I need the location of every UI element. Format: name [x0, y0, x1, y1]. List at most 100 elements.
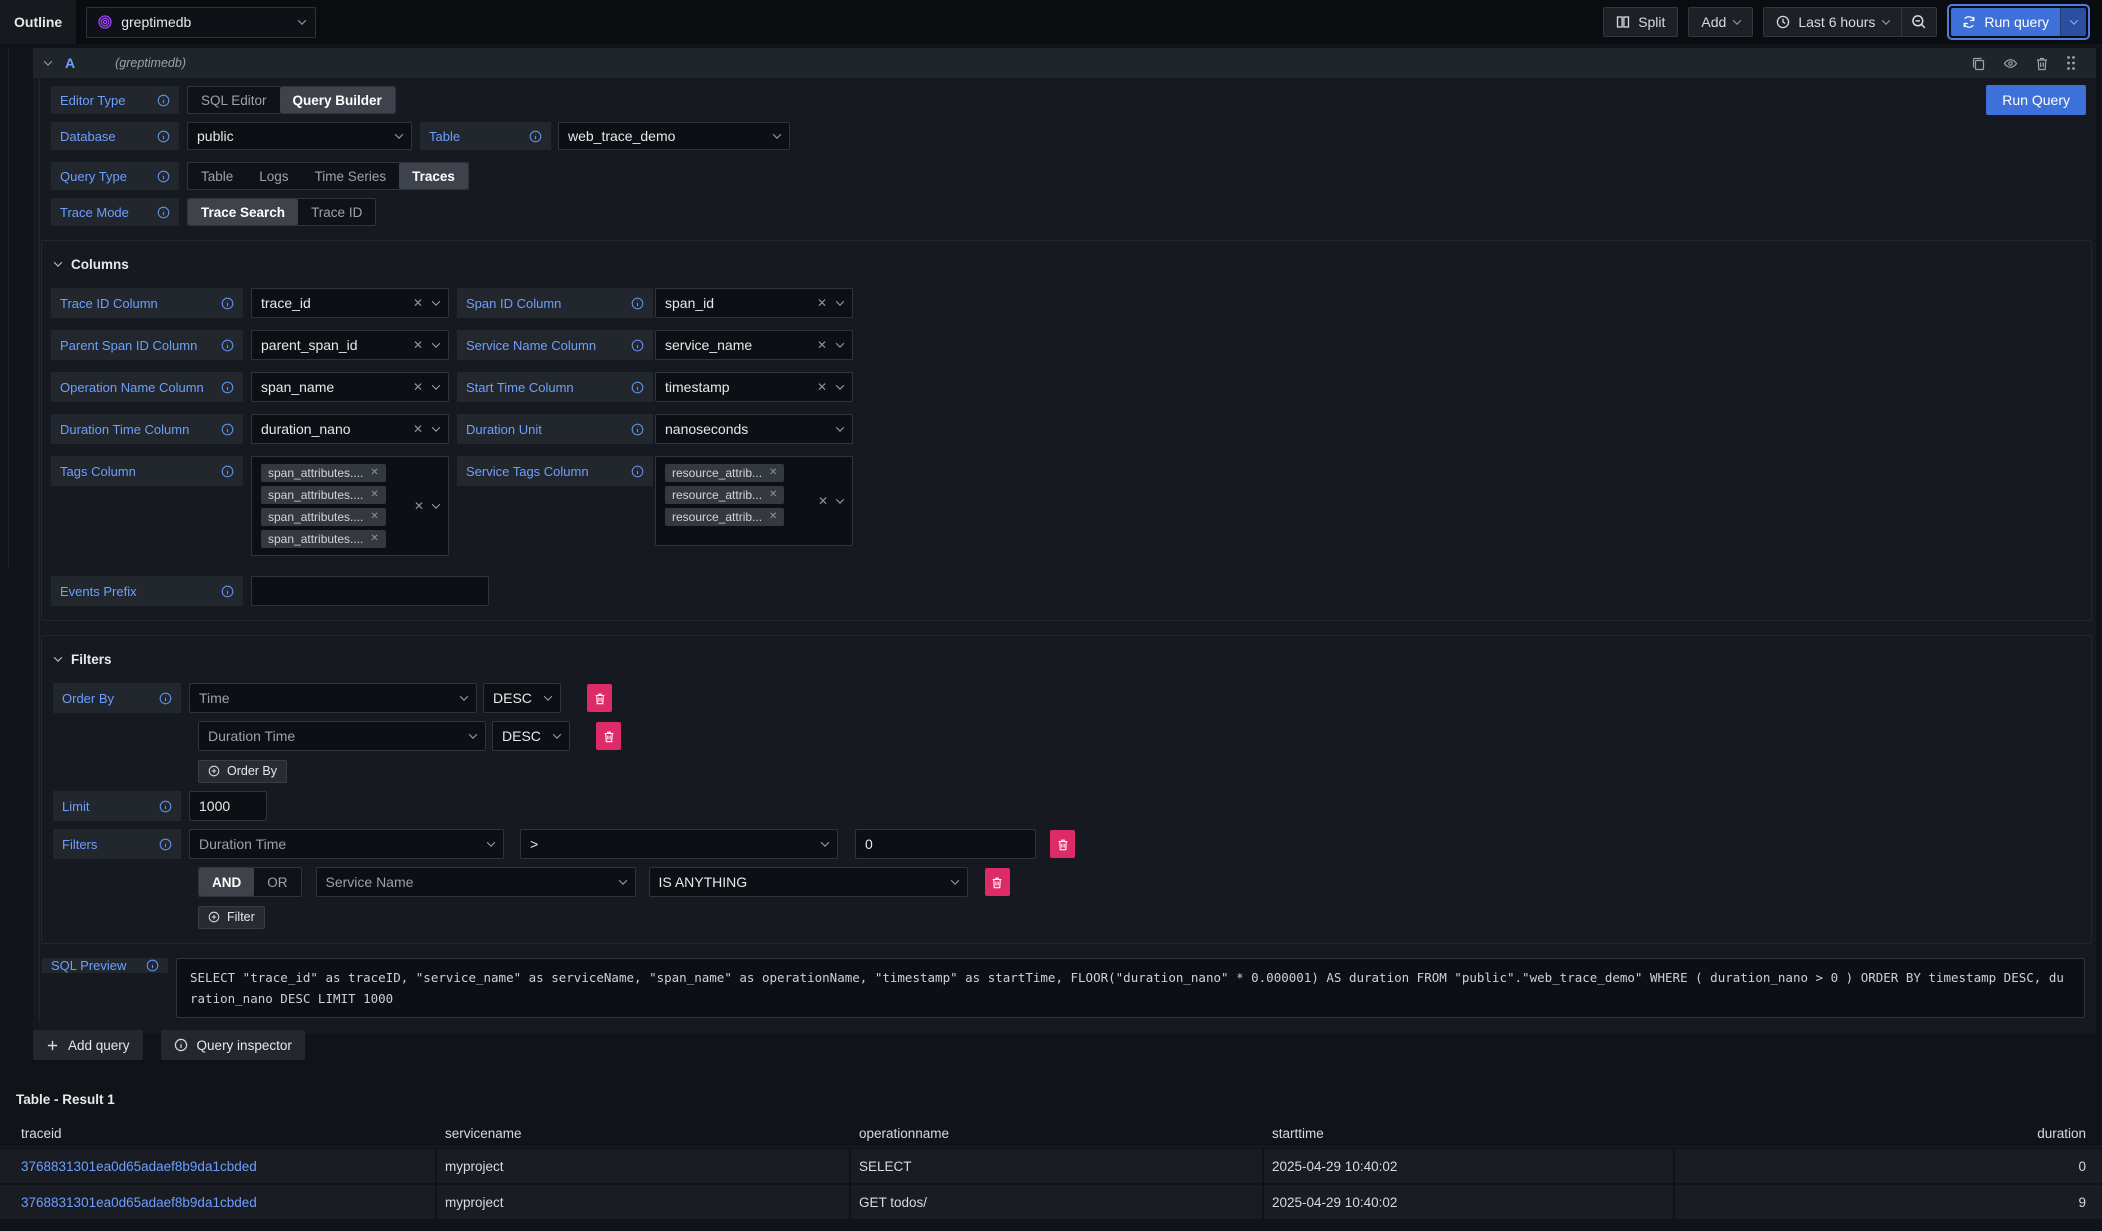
drag-handle[interactable] — [2066, 55, 2076, 71]
filter-operator-select[interactable]: > — [520, 829, 838, 859]
outline-toggle[interactable]: Outline — [0, 0, 76, 44]
filters-section-header[interactable]: Filters — [55, 647, 2082, 671]
order-by-direction-select[interactable]: DESC — [483, 683, 561, 713]
logic-and-button[interactable]: AND — [199, 868, 254, 896]
header-traceid[interactable]: traceid — [0, 1126, 437, 1141]
events-prefix-input[interactable] — [251, 576, 489, 606]
table-select[interactable]: web_trace_demo — [558, 122, 790, 150]
duplicate-query-button[interactable] — [1971, 56, 1986, 71]
info-icon[interactable] — [157, 130, 170, 143]
trace-id-link[interactable]: 3768831301ea0d65adaef8b9da1cbded — [21, 1195, 257, 1210]
add-order-by-button[interactable]: Order By — [198, 760, 287, 783]
remove-chip-icon[interactable]: ✕ — [769, 468, 777, 478]
header-duration[interactable]: duration — [1675, 1126, 2102, 1141]
parent-span-id-column-select[interactable]: parent_span_id✕ — [251, 330, 449, 360]
tags-column-multiselect[interactable]: span_attributes....✕ span_attributes....… — [251, 456, 449, 556]
info-icon[interactable] — [157, 94, 170, 107]
time-range-button[interactable]: Last 6 hours — [1764, 8, 1901, 36]
add-query-button[interactable]: Add query — [33, 1030, 143, 1060]
editor-type-query-builder[interactable]: Query Builder — [280, 87, 395, 113]
hide-query-button[interactable] — [2003, 56, 2018, 71]
datasource-picker[interactable]: greptimedb — [86, 7, 316, 38]
remove-order-by-button[interactable] — [596, 722, 621, 750]
add-button[interactable]: Add — [1688, 7, 1753, 37]
remove-order-by-button[interactable] — [587, 684, 612, 712]
info-icon[interactable] — [157, 206, 170, 219]
remove-chip-icon[interactable]: ✕ — [769, 490, 777, 500]
info-icon[interactable] — [221, 297, 234, 310]
run-query-button[interactable]: Run query — [1951, 8, 2060, 36]
query-type-traces[interactable]: Traces — [399, 163, 468, 189]
header-operationname[interactable]: operationname — [851, 1126, 1264, 1141]
info-icon[interactable] — [631, 339, 644, 352]
run-query-dropdown[interactable] — [2060, 8, 2086, 36]
clear-all-icon[interactable]: ✕ — [414, 500, 424, 512]
editor-type-sql-editor[interactable]: SQL Editor — [188, 87, 280, 113]
columns-section-header[interactable]: Columns — [55, 252, 2082, 276]
info-icon[interactable] — [159, 800, 172, 813]
filter-operator-select[interactable]: IS ANYTHING — [649, 867, 968, 897]
remove-chip-icon[interactable]: ✕ — [370, 468, 378, 478]
remove-chip-icon[interactable]: ✕ — [370, 512, 378, 522]
order-by-direction-select[interactable]: DESC — [492, 721, 570, 751]
info-icon[interactable] — [221, 339, 234, 352]
database-select[interactable]: public — [187, 122, 412, 150]
clear-icon[interactable]: ✕ — [817, 381, 827, 393]
add-filter-button[interactable]: Filter — [198, 906, 265, 929]
info-icon[interactable] — [631, 297, 644, 310]
info-icon[interactable] — [529, 130, 542, 143]
header-starttime[interactable]: starttime — [1264, 1126, 1675, 1141]
order-by-field-select[interactable]: Duration Time — [198, 721, 486, 751]
info-icon[interactable] — [159, 838, 172, 851]
query-inspector-button[interactable]: Query inspector — [161, 1030, 305, 1060]
duration-unit-select[interactable]: nanoseconds — [655, 414, 853, 444]
order-by-field-select[interactable]: Time — [189, 683, 477, 713]
filter-field-select[interactable]: Duration Time — [189, 829, 504, 859]
remove-query-button[interactable] — [2035, 56, 2049, 71]
clear-icon[interactable]: ✕ — [413, 381, 423, 393]
info-icon[interactable] — [221, 423, 234, 436]
clear-all-icon[interactable]: ✕ — [818, 495, 828, 507]
start-time-column-select[interactable]: timestamp✕ — [655, 372, 853, 402]
service-tags-column-multiselect[interactable]: resource_attrib...✕ resource_attrib...✕ … — [655, 456, 853, 546]
logic-or-button[interactable]: OR — [254, 868, 300, 896]
query-type-logs[interactable]: Logs — [246, 163, 301, 189]
info-icon[interactable] — [221, 465, 234, 478]
operation-name-column-select[interactable]: span_name✕ — [251, 372, 449, 402]
clear-icon[interactable]: ✕ — [413, 339, 423, 351]
query-row-header[interactable]: A (greptimedb) — [33, 48, 2096, 78]
info-icon[interactable] — [631, 423, 644, 436]
filter-field-select[interactable]: Service Name — [316, 867, 636, 897]
info-icon[interactable] — [146, 959, 159, 972]
info-icon[interactable] — [159, 692, 172, 705]
clear-icon[interactable]: ✕ — [817, 297, 827, 309]
info-icon[interactable] — [221, 381, 234, 394]
clear-icon[interactable]: ✕ — [413, 297, 423, 309]
info-icon[interactable] — [631, 465, 644, 478]
remove-filter-button[interactable] — [985, 868, 1010, 896]
trace-mode-trace-id[interactable]: Trace ID — [298, 199, 375, 225]
query-type-table[interactable]: Table — [188, 163, 246, 189]
remove-chip-icon[interactable]: ✕ — [370, 534, 378, 544]
panel-run-query-button[interactable]: Run Query — [1986, 85, 2086, 115]
span-id-column-select[interactable]: span_id✕ — [655, 288, 853, 318]
query-type-time-series[interactable]: Time Series — [302, 163, 400, 189]
trace-id-column-select[interactable]: trace_id✕ — [251, 288, 449, 318]
zoom-out-time-button[interactable] — [1901, 8, 1936, 36]
service-name-column-select[interactable]: service_name✕ — [655, 330, 853, 360]
remove-filter-button[interactable] — [1050, 830, 1075, 858]
limit-input[interactable]: 1000 — [189, 791, 267, 821]
info-icon[interactable] — [221, 585, 234, 598]
split-button[interactable]: Split — [1603, 7, 1678, 37]
info-icon[interactable] — [631, 381, 644, 394]
clear-icon[interactable]: ✕ — [817, 339, 827, 351]
duration-time-column-select[interactable]: duration_nano✕ — [251, 414, 449, 444]
info-icon[interactable] — [157, 170, 170, 183]
clear-icon[interactable]: ✕ — [413, 423, 423, 435]
trace-id-link[interactable]: 3768831301ea0d65adaef8b9da1cbded — [21, 1159, 257, 1174]
header-servicename[interactable]: servicename — [437, 1126, 851, 1141]
remove-chip-icon[interactable]: ✕ — [769, 512, 777, 522]
trace-mode-trace-search[interactable]: Trace Search — [188, 199, 298, 225]
filter-value-input[interactable]: 0 — [855, 829, 1036, 859]
remove-chip-icon[interactable]: ✕ — [370, 490, 378, 500]
